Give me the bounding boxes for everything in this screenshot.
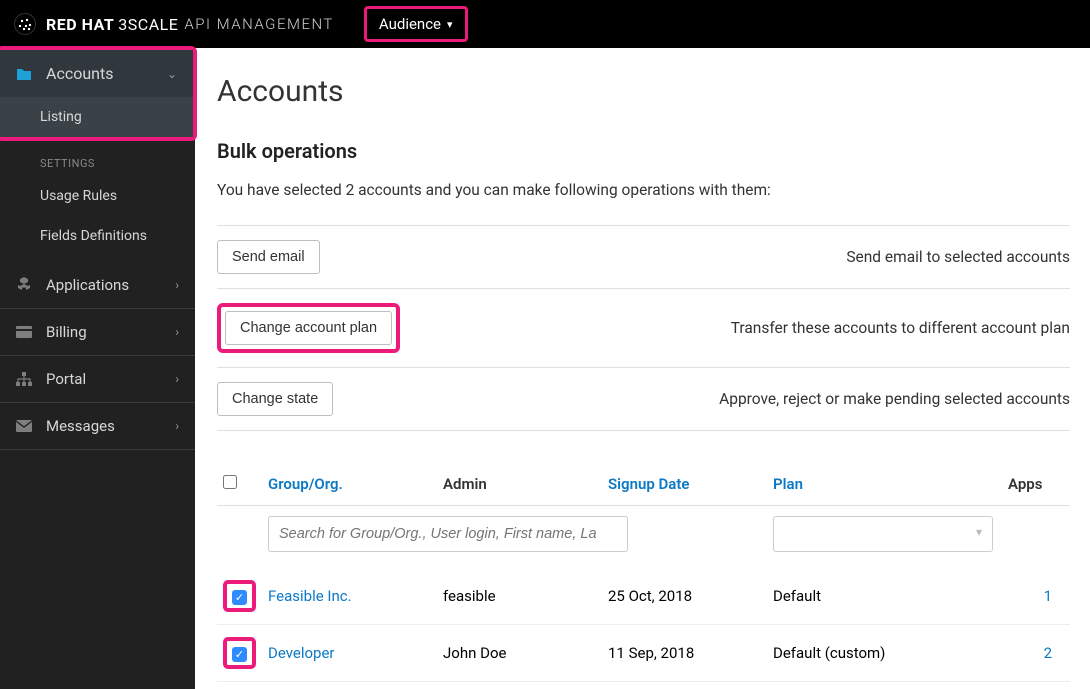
account-plan: Default (custom) bbox=[767, 625, 1002, 682]
account-link[interactable]: Feasible Inc. bbox=[268, 587, 352, 605]
account-admin: feasible bbox=[437, 568, 602, 625]
send-email-button[interactable]: Send email bbox=[217, 240, 320, 274]
chevron-right-icon: › bbox=[175, 278, 179, 292]
select-all-checkbox[interactable] bbox=[223, 475, 237, 489]
table-row: ✓ Feasible Inc. feasible 25 Oct, 2018 De… bbox=[217, 568, 1070, 625]
main-content: Accounts Bulk operations You have select… bbox=[195, 48, 1090, 689]
column-apps: Apps bbox=[1002, 463, 1070, 506]
sidebar: Accounts ⌄ Listing Settings Usage Rules … bbox=[0, 48, 195, 689]
sidebar-item-portal[interactable]: Portal › bbox=[0, 356, 195, 402]
column-signup[interactable]: Signup Date bbox=[602, 463, 767, 506]
highlight-checkbox: ✓ bbox=[223, 637, 256, 669]
sidebar-subhead-settings: Settings bbox=[0, 147, 195, 176]
apps-link[interactable]: 2 bbox=[1044, 644, 1052, 662]
sitemap-icon bbox=[16, 372, 34, 386]
brand: RED HAT 3SCALE API MANAGEMENT bbox=[14, 13, 334, 35]
folder-icon bbox=[16, 67, 34, 81]
sidebar-item-label: Accounts bbox=[46, 64, 113, 83]
sidebar-item-billing[interactable]: Billing › bbox=[0, 309, 195, 355]
highlight-checkbox: ✓ bbox=[223, 580, 256, 612]
change-state-button[interactable]: Change state bbox=[217, 382, 333, 416]
highlight-change-plan: Change account plan bbox=[217, 303, 400, 353]
brand-sub: API MANAGEMENT bbox=[184, 15, 334, 33]
bulk-operations-table: Send email Send email to selected accoun… bbox=[217, 225, 1070, 431]
table-row: ✓ Developer John Doe 11 Sep, 2018 Defaul… bbox=[217, 625, 1070, 682]
column-admin: Admin bbox=[437, 463, 602, 506]
send-email-description: Send email to selected accounts bbox=[601, 226, 1070, 289]
sidebar-item-label: Messages bbox=[46, 417, 115, 435]
sidebar-item-label: Billing bbox=[46, 323, 87, 341]
accounts-table: Group/Org. Admin Signup Date Plan Apps bbox=[217, 463, 1070, 682]
change-account-plan-description: Transfer these accounts to different acc… bbox=[601, 289, 1070, 368]
chevron-right-icon: › bbox=[175, 325, 179, 339]
apps-link[interactable]: 1 bbox=[1044, 587, 1052, 605]
page-title: Accounts bbox=[217, 74, 1070, 109]
cubes-icon bbox=[16, 277, 34, 293]
plan-filter-select[interactable] bbox=[773, 516, 993, 552]
change-account-plan-button[interactable]: Change account plan bbox=[225, 311, 392, 345]
chevron-down-icon: ⌄ bbox=[167, 67, 177, 81]
sidebar-sub-usage-rules[interactable]: Usage Rules bbox=[0, 176, 195, 216]
column-plan[interactable]: Plan bbox=[767, 463, 1002, 506]
brand-strong: RED HAT bbox=[46, 15, 114, 34]
sidebar-sub-fields-definitions[interactable]: Fields Definitions bbox=[0, 216, 195, 262]
sidebar-sub-label: Fields Definitions bbox=[40, 228, 147, 244]
sidebar-item-applications[interactable]: Applications › bbox=[0, 262, 195, 308]
sidebar-sub-listing[interactable]: Listing bbox=[0, 97, 193, 137]
sidebar-item-label: Portal bbox=[46, 370, 86, 388]
search-input[interactable] bbox=[268, 516, 628, 552]
brand-mid: 3SCALE bbox=[118, 15, 178, 34]
column-group[interactable]: Group/Org. bbox=[262, 463, 437, 506]
highlight-accounts: Accounts ⌄ Listing bbox=[0, 46, 197, 141]
sidebar-sub-label: Listing bbox=[40, 109, 82, 125]
chevron-right-icon: › bbox=[175, 419, 179, 433]
audience-dropdown[interactable]: Audience ▾ bbox=[364, 6, 468, 42]
account-plan: Default bbox=[767, 568, 1002, 625]
sidebar-item-accounts[interactable]: Accounts ⌄ bbox=[0, 50, 193, 97]
sidebar-sub-label: Usage Rules bbox=[40, 188, 117, 204]
account-admin: John Doe bbox=[437, 625, 602, 682]
credit-card-icon bbox=[16, 326, 34, 338]
account-link[interactable]: Developer bbox=[268, 644, 335, 662]
account-signup: 11 Sep, 2018 bbox=[602, 625, 767, 682]
bulk-operations-title: Bulk operations bbox=[217, 139, 1070, 163]
account-signup: 25 Oct, 2018 bbox=[602, 568, 767, 625]
sidebar-item-messages[interactable]: Messages › bbox=[0, 403, 195, 449]
sidebar-item-label: Applications bbox=[46, 276, 129, 294]
row-checkbox[interactable]: ✓ bbox=[232, 647, 247, 662]
row-checkbox[interactable]: ✓ bbox=[232, 590, 247, 605]
bulk-operations-description: You have selected 2 accounts and you can… bbox=[217, 181, 1070, 199]
audience-dropdown-label: Audience bbox=[379, 15, 441, 33]
change-state-description: Approve, reject or make pending selected… bbox=[601, 368, 1070, 431]
top-bar: RED HAT 3SCALE API MANAGEMENT Audience ▾ bbox=[0, 0, 1090, 48]
redhat-logo-icon bbox=[14, 13, 36, 35]
envelope-icon bbox=[16, 420, 34, 432]
chevron-down-icon: ▾ bbox=[447, 18, 453, 31]
chevron-right-icon: › bbox=[175, 372, 179, 386]
